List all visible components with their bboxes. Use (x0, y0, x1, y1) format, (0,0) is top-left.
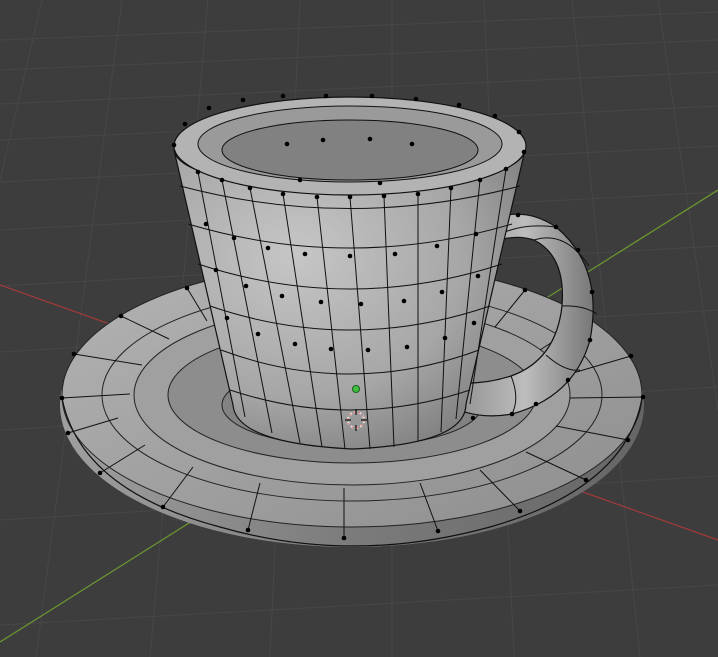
viewport-scene[interactable] (0, 0, 718, 657)
3d-cursor-icon[interactable] (344, 408, 368, 432)
object-origin-icon[interactable] (352, 385, 360, 393)
3d-viewport[interactable] (0, 0, 718, 657)
